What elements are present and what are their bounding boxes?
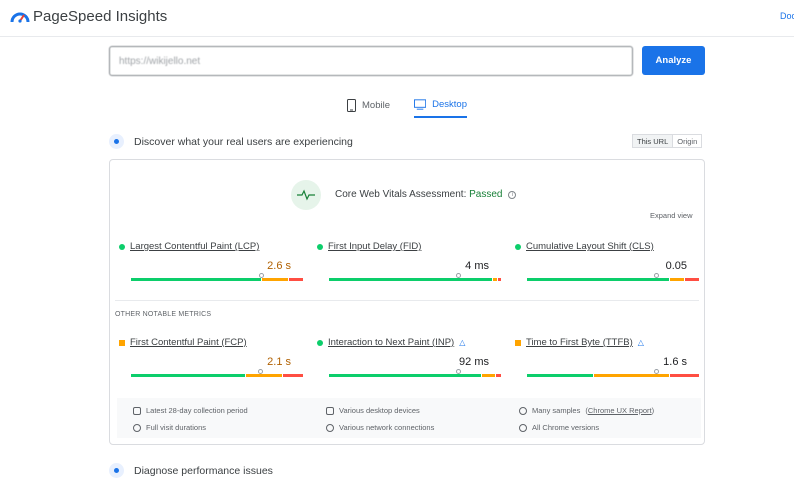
- app-title: PageSpeed Insights: [33, 8, 168, 25]
- users-icon: [109, 134, 124, 149]
- experimental-flask-icon: △: [459, 338, 466, 347]
- metric-inp: Interaction to Next Paint (INP) △ 92 ms: [317, 337, 501, 377]
- field-data-footer: [117, 398, 701, 438]
- distribution-bar: [527, 369, 699, 377]
- this-url-button[interactable]: This URL: [633, 135, 674, 147]
- distribution-bar: [329, 273, 501, 281]
- footer-item: Latest 28-day collection period: [133, 406, 248, 415]
- info-icon[interactable]: i: [508, 191, 517, 199]
- footer-item: Various desktop devices: [326, 406, 420, 415]
- other-metrics-label: OTHER NOTABLE METRICS: [115, 311, 212, 318]
- good-status-icon: [317, 339, 323, 346]
- footer-item: Full visit durations: [133, 423, 206, 432]
- timer-icon: [133, 423, 141, 432]
- distribution-bar: [131, 273, 303, 281]
- cwv-pulse-icon: [291, 180, 321, 210]
- metric-name[interactable]: Time to First Byte (TTFB): [526, 337, 633, 348]
- metric-ttfb: Time to First Byte (TTFB) △ 1.6 s: [515, 337, 699, 377]
- diagnose-icon: [109, 463, 124, 478]
- good-status-icon: [119, 243, 125, 250]
- diagnose-title: Diagnose performance issues: [134, 464, 273, 477]
- metric-name[interactable]: First Contentful Paint (FCP): [130, 337, 247, 348]
- desktop-monitor-icon: [414, 98, 427, 110]
- metric-cls: Cumulative Layout Shift (CLS) 0.05: [515, 241, 699, 281]
- tab-mobile-label: Mobile: [362, 99, 390, 111]
- mobile-phone-icon: [347, 98, 356, 112]
- metric-value: 92 ms: [459, 356, 489, 368]
- metric-value: 1.6 s: [663, 356, 687, 368]
- metric-name[interactable]: Cumulative Layout Shift (CLS): [526, 241, 654, 252]
- field-data-title: Discover what your real users are experi…: [134, 135, 353, 148]
- docs-link[interactable]: Doc: [780, 11, 794, 21]
- crux-link-wrapper: (Chrome UX Report): [585, 406, 655, 415]
- percentile-marker: [258, 369, 263, 374]
- footer-item: All Chrome versions: [519, 423, 599, 432]
- footer-item-text: Various network connections: [339, 423, 435, 432]
- good-status-icon: [317, 243, 323, 250]
- tab-desktop-label: Desktop: [432, 98, 467, 110]
- cwv-assessment-status: Passed: [469, 189, 503, 200]
- footer-item: Various network connections: [326, 423, 434, 432]
- calendar-icon: [133, 406, 141, 415]
- distribution-bar: [527, 273, 699, 281]
- footer-item-text: All Chrome versions: [532, 423, 600, 432]
- crux-link[interactable]: Chrome UX Report: [588, 406, 652, 415]
- tab-mobile[interactable]: Mobile: [347, 92, 390, 118]
- chrome-icon: [519, 423, 527, 432]
- good-status-icon: [515, 243, 521, 250]
- metric-value: 2.6 s: [267, 260, 291, 272]
- analyze-button[interactable]: Analyze: [642, 46, 705, 75]
- url-input[interactable]: [109, 46, 633, 76]
- experimental-flask-icon: △: [637, 338, 644, 347]
- top-bar: PageSpeed Insights Doc: [0, 0, 794, 37]
- pagespeed-logo-icon: [10, 12, 30, 23]
- percentile-marker: [654, 369, 659, 374]
- distribution-bar: [131, 369, 303, 377]
- expand-view-link[interactable]: Expand view: [650, 211, 693, 220]
- origin-button[interactable]: Origin: [673, 135, 701, 147]
- footer-item-text: Full visit durations: [146, 423, 207, 432]
- footer-item-text: Many samples: [532, 406, 581, 415]
- tab-desktop[interactable]: Desktop: [414, 92, 467, 118]
- field-data-header: Discover what your real users are experi…: [109, 134, 353, 149]
- percentile-marker: [456, 369, 461, 374]
- diagnose-header: Diagnose performance issues: [109, 463, 273, 478]
- metric-value: 0.05: [665, 260, 687, 272]
- divider: [115, 300, 699, 301]
- cwv-assessment: Core Web Vitals Assessment: Passed i: [335, 189, 517, 200]
- average-status-icon: [515, 339, 521, 346]
- devices-icon: [326, 406, 334, 415]
- url-origin-toggle: This URL Origin: [632, 134, 703, 148]
- footer-item-text: Latest 28-day collection period: [146, 406, 248, 415]
- metric-value: 2.1 s: [267, 356, 291, 368]
- percentile-marker: [654, 273, 659, 278]
- metric-value: 4 ms: [465, 260, 489, 272]
- metric-name[interactable]: First Input Delay (FID): [328, 241, 421, 252]
- metric-fid: First Input Delay (FID) 4 ms: [317, 241, 501, 281]
- distribution-bar: [329, 369, 501, 377]
- metric-name[interactable]: Interaction to Next Paint (INP): [328, 337, 454, 348]
- metric-name[interactable]: Largest Contentful Paint (LCP): [130, 241, 259, 252]
- footer-item: Many samples (Chrome UX Report): [519, 406, 654, 415]
- percentile-marker: [259, 273, 264, 278]
- footer-item-text: Various desktop devices: [339, 406, 420, 415]
- average-status-icon: [119, 339, 125, 346]
- cwv-assessment-label: Core Web Vitals Assessment:: [335, 189, 467, 200]
- percentile-marker: [456, 273, 461, 278]
- wifi-icon: [326, 423, 334, 432]
- people-icon: [519, 406, 527, 415]
- metric-lcp: Largest Contentful Paint (LCP) 2.6 s: [119, 241, 303, 281]
- metric-fcp: First Contentful Paint (FCP) 2.1 s: [119, 337, 303, 377]
